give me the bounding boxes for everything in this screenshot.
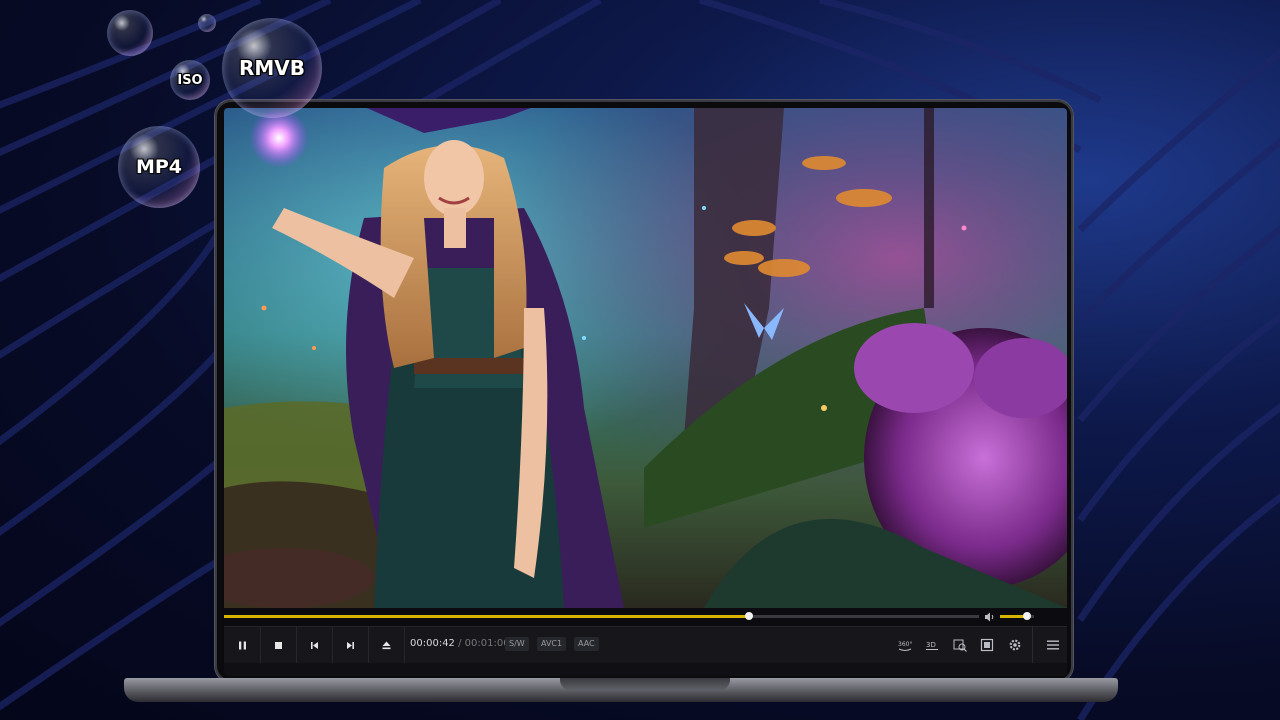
menu-button[interactable] <box>1044 636 1062 654</box>
settings-button[interactable] <box>1006 636 1024 654</box>
previous-icon <box>310 641 318 649</box>
control-bar: 00:00:42 / 00:01:00 S/W AVC1 AAC 360° 3D <box>224 626 1067 663</box>
time-display: 00:00:42 / 00:01:00 <box>410 638 510 649</box>
next-icon <box>346 641 354 649</box>
video-scene <box>224 108 1067 608</box>
video-frame[interactable] <box>224 108 1067 608</box>
bubble-small <box>107 10 153 56</box>
bubble-tiny <box>198 14 216 32</box>
snapshot-button[interactable] <box>951 636 969 654</box>
video-codec-tag[interactable]: AVC1 <box>537 637 567 651</box>
bubble-mp4: MP4 <box>118 126 200 208</box>
subtitle-icon <box>980 638 994 652</box>
bubble-iso: ISO <box>170 60 210 100</box>
laptop-notch <box>560 678 730 690</box>
volume-slider-handle[interactable] <box>1022 612 1031 620</box>
3d-button[interactable]: 3D <box>923 636 941 654</box>
progress-row <box>224 608 1067 626</box>
eject-icon <box>382 641 390 649</box>
renderer-tag[interactable]: S/W <box>505 637 529 651</box>
rmvb-format-label: RMVB <box>238 56 306 80</box>
seek-bar[interactable] <box>224 612 979 620</box>
menu-icon <box>1047 640 1059 650</box>
subtitle-button[interactable] <box>978 636 996 654</box>
player-window: 00:00:42 / 00:01:00 S/W AVC1 AAC 360° 3D <box>224 108 1067 676</box>
stop-button[interactable] <box>260 627 297 663</box>
seek-bar-handle[interactable] <box>744 612 753 620</box>
snapshot-icon <box>953 639 967 652</box>
3d-icon: 3D <box>926 641 938 650</box>
time-separator: / <box>458 638 462 649</box>
volume-icon[interactable] <box>984 611 996 623</box>
next-button[interactable] <box>332 627 369 663</box>
bubble-rmvb: RMVB <box>222 18 322 118</box>
seek-bar-fill <box>224 615 749 618</box>
mp4-format-label: MP4 <box>135 156 183 178</box>
iso-format-label: ISO <box>177 72 203 88</box>
settings-icon <box>1009 639 1021 651</box>
previous-button[interactable] <box>296 627 333 663</box>
divider <box>1032 627 1033 663</box>
pause-button[interactable] <box>224 627 261 663</box>
360-icon: 360° <box>898 641 912 651</box>
vr-360-button[interactable]: 360° <box>896 636 914 654</box>
stop-icon <box>274 641 282 649</box>
3d-label: 3D <box>926 641 936 649</box>
audio-codec-tag[interactable]: AAC <box>574 637 599 651</box>
eject-button[interactable] <box>368 627 405 663</box>
360-label: 360° <box>898 641 912 648</box>
time-current: 00:00:42 <box>410 638 455 649</box>
volume-slider[interactable] <box>1000 612 1034 620</box>
pause-icon <box>238 641 246 649</box>
time-total: 00:01:00 <box>464 638 510 649</box>
